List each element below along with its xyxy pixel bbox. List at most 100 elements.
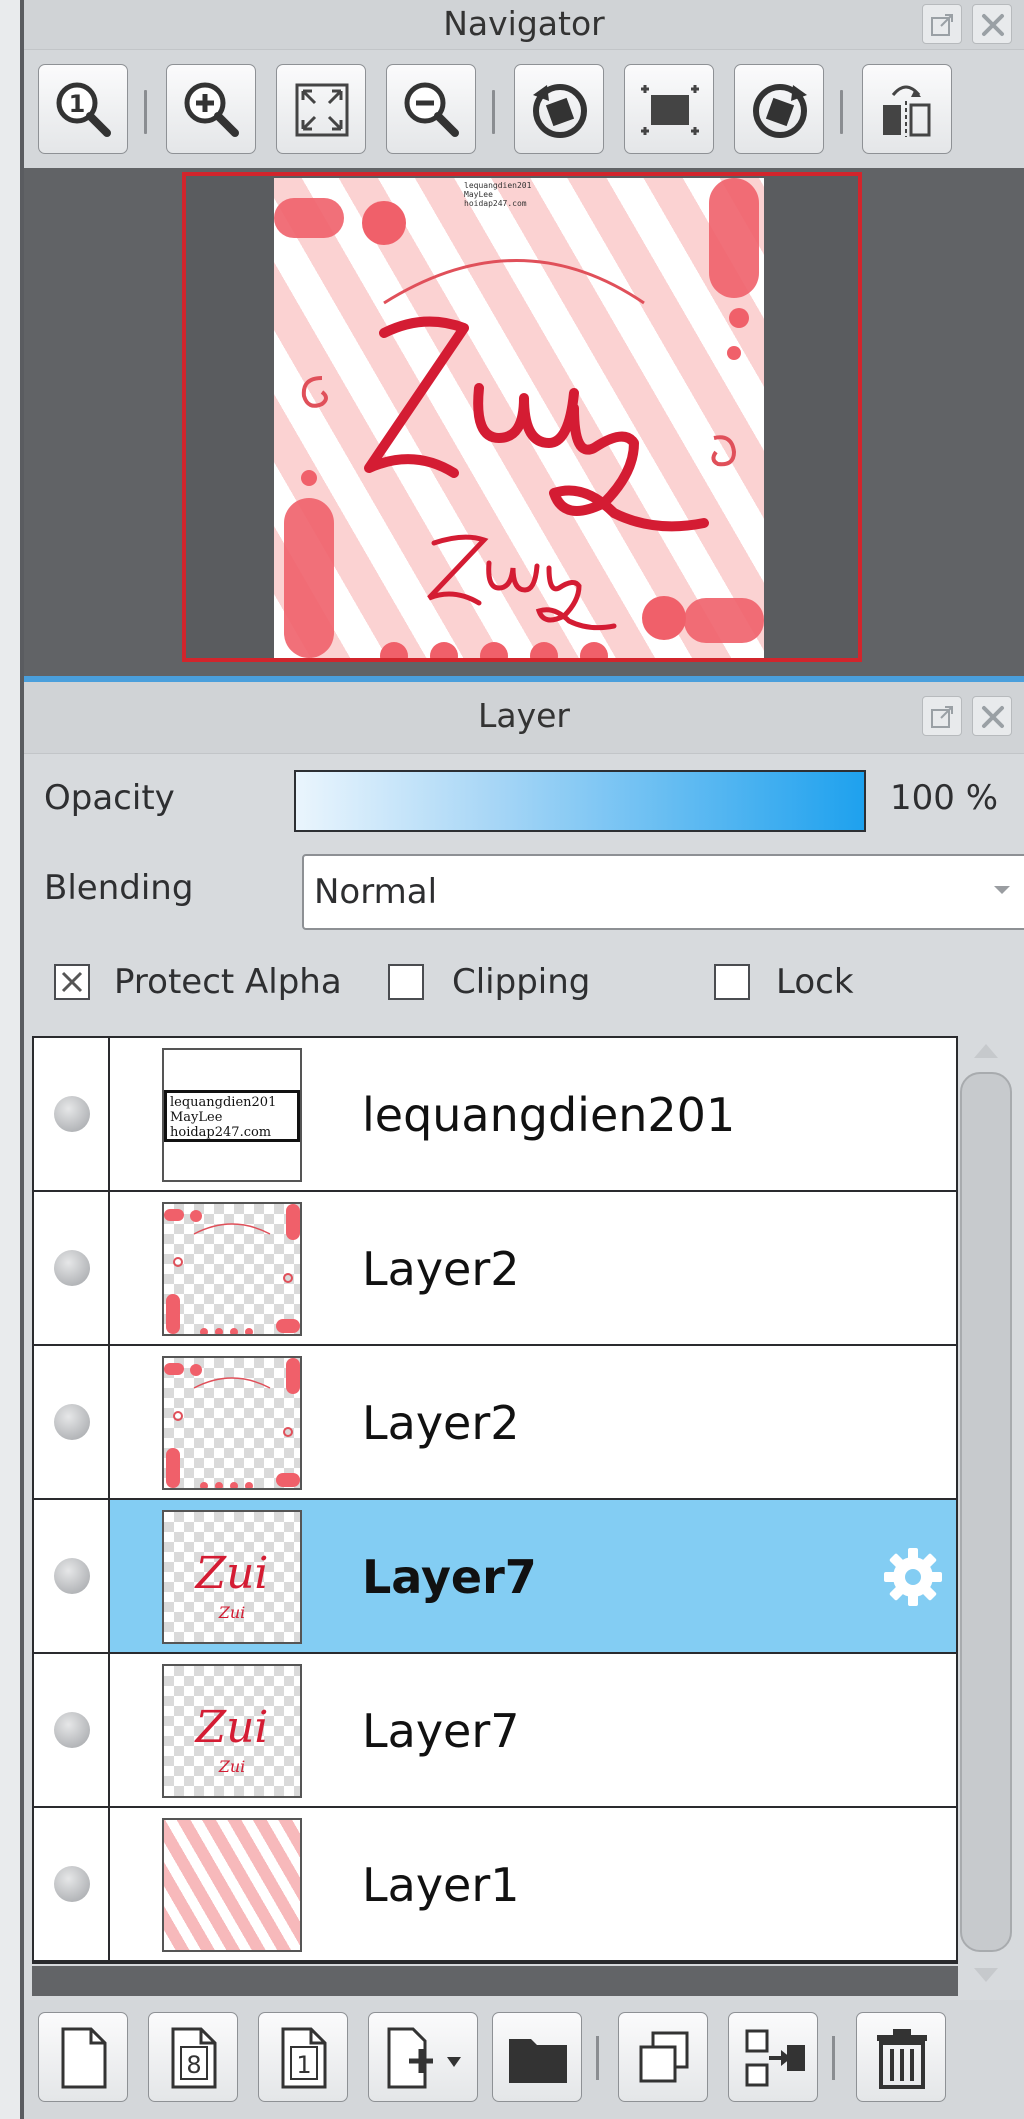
- scroll-down-arrow-icon[interactable]: [974, 1968, 998, 1982]
- add-layer-menu-button[interactable]: [368, 2012, 478, 2102]
- new-1bit-layer-icon: 1: [281, 2027, 327, 2089]
- navigator-toolbar: 1: [24, 50, 1024, 168]
- navigator-viewport-frame[interactable]: lequangdien201 MayLee hoidap247.com: [182, 172, 862, 662]
- merge-layer-button[interactable]: [728, 2012, 818, 2102]
- navigator-preview-area[interactable]: lequangdien201 MayLee hoidap247.com: [24, 168, 1024, 676]
- rotate-left-button[interactable]: [514, 64, 604, 154]
- reset-view-button[interactable]: [624, 64, 714, 154]
- new-layer-icon: [61, 2027, 107, 2089]
- layer-list: lequangdien201 MayLee hoidap247.com lequ…: [32, 1036, 958, 1964]
- new-layer-button[interactable]: [38, 2012, 128, 2102]
- visibility-toggle[interactable]: [54, 1558, 90, 1594]
- credit-line-3: hoidap247.com: [464, 199, 527, 208]
- zoom-actual-icon: 1: [56, 82, 111, 137]
- scroll-up-arrow-icon[interactable]: [974, 1044, 998, 1058]
- layer-row[interactable]: lequangdien201 MayLee hoidap247.com lequ…: [34, 1038, 956, 1192]
- clipping-checkbox[interactable]: [388, 964, 424, 1000]
- toolbar-separator: [596, 2036, 599, 2080]
- duplicate-layer-icon: [639, 2031, 689, 2083]
- layer-thumbnail: lequangdien201 MayLee hoidap247.com: [162, 1048, 302, 1182]
- thumb-credit-1: lequangdien201: [170, 1095, 276, 1110]
- layer-row[interactable]: Layer2: [34, 1192, 956, 1346]
- thumbnail-art: [164, 1204, 300, 1334]
- close-icon: [982, 706, 1004, 728]
- gear-icon: [884, 1548, 942, 1606]
- checkbox-x-icon: [61, 971, 83, 993]
- zoom-out-button[interactable]: [386, 64, 476, 154]
- layer-row[interactable]: Zui Zui Layer7: [34, 1654, 956, 1808]
- layer-name[interactable]: lequangdien201: [362, 1088, 735, 1142]
- blending-label: Blending: [44, 868, 194, 908]
- layer-name[interactable]: Layer7: [362, 1704, 520, 1758]
- navigator-panel: Navigator 1 lequangdien201 MayLee hoidap…: [24, 0, 1024, 676]
- visibility-toggle[interactable]: [54, 1250, 90, 1286]
- layer-title: Layer: [477, 696, 570, 735]
- clipping-label: Clipping: [452, 962, 591, 1002]
- fit-screen-button[interactable]: [276, 64, 366, 154]
- left-edge-strip: [0, 0, 24, 2119]
- protect-alpha-checkbox[interactable]: [54, 964, 90, 1000]
- thumb-script-text: Zui: [194, 1702, 269, 1753]
- layer-list-empty-area: [32, 1966, 958, 1996]
- close-button[interactable]: [972, 696, 1012, 736]
- opacity-label: Opacity: [44, 778, 175, 818]
- new-8bit-layer-icon: 8: [171, 2027, 217, 2089]
- thumb-credit-2: MayLee: [170, 1110, 223, 1125]
- chevron-down-icon: [994, 886, 1010, 894]
- reset-view-icon: [641, 85, 699, 135]
- visibility-toggle[interactable]: [54, 1866, 90, 1902]
- layer-row-selected[interactable]: Zui Zui Layer7: [34, 1500, 956, 1654]
- layer-panel: Layer Opacity 100 % Blending Normal Prot…: [24, 682, 1024, 2119]
- one-label: 1: [296, 2051, 311, 2079]
- thumbnail-art: Zui Zui: [194, 1702, 269, 1776]
- new-folder-button[interactable]: [492, 2012, 582, 2102]
- layer-thumbnail: [162, 1202, 302, 1336]
- flip-horizontal-button[interactable]: [862, 64, 952, 154]
- thumbnail-art: [164, 1358, 300, 1488]
- zoom-actual-button[interactable]: 1: [38, 64, 128, 154]
- zoom-in-button[interactable]: [166, 64, 256, 154]
- close-icon: [982, 14, 1004, 36]
- thumb-script-small: Zui: [218, 1757, 246, 1776]
- opacity-slider[interactable]: [294, 770, 866, 832]
- rotate-right-button[interactable]: [734, 64, 824, 154]
- delete-layer-button[interactable]: [856, 2012, 946, 2102]
- navigator-titlebar: Navigator: [24, 0, 1024, 50]
- visibility-toggle[interactable]: [54, 1096, 90, 1132]
- layer-name[interactable]: Layer1: [362, 1858, 520, 1912]
- protect-alpha-label: Protect Alpha: [114, 962, 342, 1002]
- flip-horizontal-icon: [883, 85, 931, 137]
- duplicate-layer-button[interactable]: [618, 2012, 708, 2102]
- layer-row[interactable]: Layer2: [34, 1346, 956, 1500]
- thumb-script-small: Zui: [218, 1603, 246, 1622]
- canvas-artwork: lequangdien201 MayLee hoidap247.com: [274, 178, 764, 658]
- layer-name[interactable]: Layer2: [362, 1242, 520, 1296]
- detach-button[interactable]: [922, 4, 962, 44]
- canvas-preview: lequangdien201 MayLee hoidap247.com: [274, 178, 764, 658]
- layer-thumbnail: Zui Zui: [162, 1664, 302, 1798]
- thumbnail-art: Zui Zui: [194, 1548, 269, 1622]
- lock-checkbox[interactable]: [714, 964, 750, 1000]
- layer-list-scrollbar[interactable]: [960, 1072, 1012, 1952]
- merge-layer-icon: [745, 2029, 805, 2087]
- layer-thumbnail: [162, 1818, 302, 1952]
- layer-titlebar: Layer: [24, 682, 1024, 754]
- new-8bit-layer-button[interactable]: 8: [148, 2012, 238, 2102]
- blending-select[interactable]: Normal: [302, 854, 1024, 930]
- layer-settings-button[interactable]: [878, 1542, 948, 1616]
- layer-row[interactable]: Layer1: [34, 1808, 956, 1962]
- svg-text:1: 1: [69, 90, 86, 118]
- layer-thumbnail: [162, 1356, 302, 1490]
- new-1bit-layer-button[interactable]: 1: [258, 2012, 348, 2102]
- thumbnail-art: lequangdien201 MayLee hoidap247.com: [164, 1090, 300, 1142]
- lock-label: Lock: [776, 962, 854, 1002]
- blending-value: Normal: [314, 872, 438, 912]
- zoom-in-icon: [184, 82, 239, 137]
- visibility-toggle[interactable]: [54, 1712, 90, 1748]
- opacity-value: 100 %: [890, 778, 999, 818]
- layer-name[interactable]: Layer2: [362, 1396, 520, 1450]
- layer-name[interactable]: Layer7: [362, 1550, 537, 1604]
- close-button[interactable]: [972, 4, 1012, 44]
- detach-button[interactable]: [922, 696, 962, 736]
- visibility-toggle[interactable]: [54, 1404, 90, 1440]
